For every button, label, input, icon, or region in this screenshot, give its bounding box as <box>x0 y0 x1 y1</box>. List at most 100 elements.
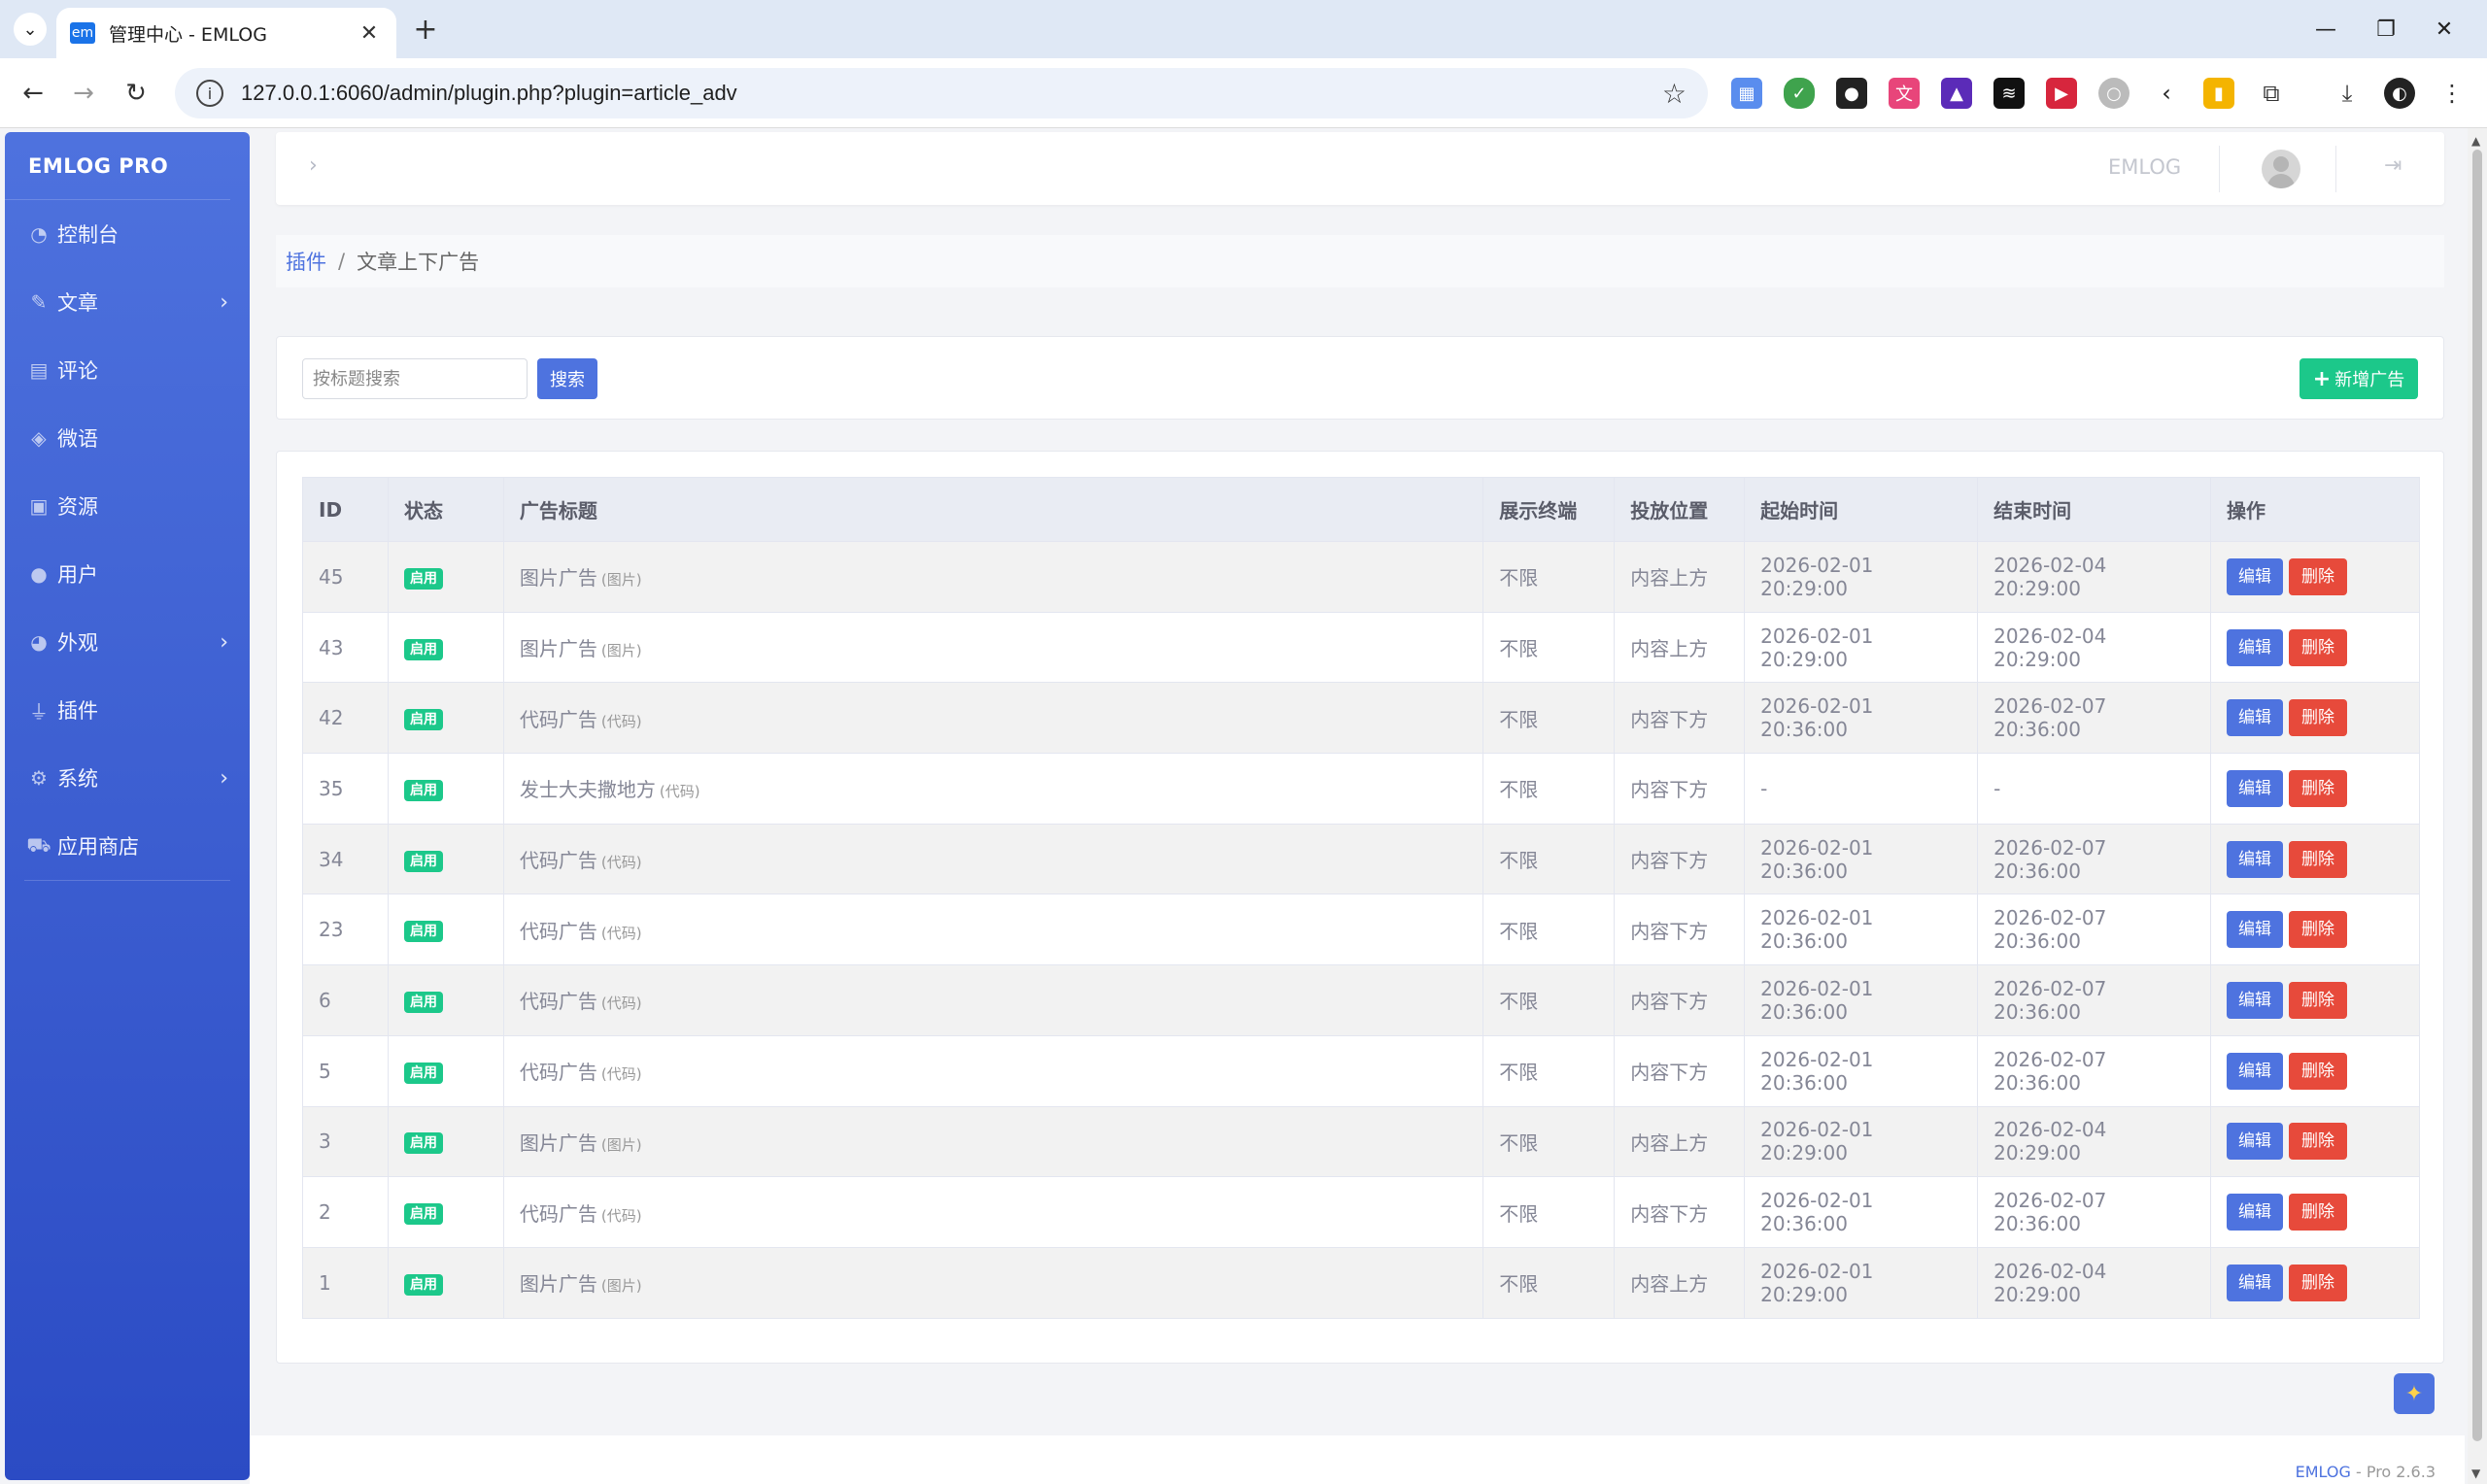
search-input[interactable] <box>302 358 528 399</box>
edit-button[interactable]: 编辑 <box>2227 1194 2284 1231</box>
delete-button[interactable]: 删除 <box>2289 1264 2348 1301</box>
delete-button[interactable]: 删除 <box>2289 699 2348 737</box>
sidebar-item-system[interactable]: ⚙ 系统 › <box>5 744 250 812</box>
delete-button[interactable]: 删除 <box>2289 557 2348 595</box>
cell-terminal: 不限 <box>1482 964 1616 1036</box>
extensions-puzzle-icon[interactable]: ⧉ <box>2256 78 2287 109</box>
logout-icon[interactable]: ⇥ <box>2384 153 2402 178</box>
ai-assistant-sparkle-icon[interactable]: ✦ <box>2394 1373 2435 1414</box>
topbar-site-link[interactable]: EMLOG <box>2108 155 2181 179</box>
url-text[interactable]: 127.0.0.1:6060/admin/plugin.php?plugin=a… <box>241 81 1662 106</box>
cell-start-time: 2026-02-01 20:36:00 <box>1744 964 1979 1036</box>
extension-translate-icon[interactable]: 文 <box>1889 78 1920 109</box>
extension-chart-icon[interactable]: ≋ <box>1993 78 2025 109</box>
extension-cloud-icon[interactable]: ○ <box>2098 78 2129 109</box>
sidebar-item-plugins[interactable]: ⏚ 插件 <box>5 676 250 744</box>
new-tab-icon[interactable]: + <box>408 12 443 47</box>
sidebar-item-store[interactable]: ⛟ 应用商店 <box>5 812 250 880</box>
edit-button[interactable]: 编辑 <box>2227 911 2284 949</box>
sidebar-item-twitter[interactable]: ◈ 微语 <box>5 404 250 472</box>
tab-close-icon[interactable]: ✕ <box>356 21 383 46</box>
edit-button[interactable]: 编辑 <box>2227 1264 2284 1301</box>
edit-button[interactable]: 编辑 <box>2227 769 2284 807</box>
edit-button[interactable]: 编辑 <box>2227 1123 2284 1161</box>
restore-icon[interactable]: ❐ <box>2367 12 2405 47</box>
ad-type: (图片) <box>600 571 642 590</box>
sidebar-toggle-icon[interactable]: › <box>309 153 318 178</box>
sidebar-item-label: 应用商店 <box>57 835 139 859</box>
delete-button[interactable]: 删除 <box>2289 911 2348 949</box>
back-icon[interactable]: ← <box>16 76 51 111</box>
delete-button[interactable]: 删除 <box>2289 769 2348 807</box>
edit-button[interactable]: 编辑 <box>2227 1052 2284 1090</box>
extension-shield-icon[interactable]: ✓ <box>1784 78 1815 109</box>
scroll-down-icon[interactable]: ▼ <box>2471 1467 2480 1480</box>
delete-button[interactable]: 删除 <box>2289 981 2348 1019</box>
tab-search-dropdown-icon[interactable]: ⌄ <box>14 13 47 46</box>
sidebar-item-dashboard[interactable]: ◔ 控制台 <box>5 200 250 268</box>
ad-type: (代码) <box>600 712 642 730</box>
comment-icon: ▤ <box>29 358 49 382</box>
omnibox[interactable]: i 127.0.0.1:6060/admin/plugin.php?plugin… <box>175 68 1708 118</box>
cell-status: 启用 <box>387 611 504 684</box>
minimize-icon[interactable]: — <box>2306 12 2345 47</box>
cell-end-time: 2026-02-07 20:36:00 <box>1977 682 2212 755</box>
cell-id: 42 <box>302 682 389 755</box>
footer-emlog-link[interactable]: EMLOG <box>2296 1463 2351 1481</box>
scroll-up-icon[interactable]: ▲ <box>2471 134 2480 148</box>
breadcrumb-plugins-link[interactable]: 插件 <box>286 247 326 276</box>
cell-id: 23 <box>302 894 389 966</box>
sidebar-item-users[interactable]: ● 用户 <box>5 540 250 608</box>
edit-button[interactable]: 编辑 <box>2227 840 2284 878</box>
edit-button[interactable]: 编辑 <box>2227 981 2284 1019</box>
sidebar-item-articles[interactable]: ✎ 文章 › <box>5 268 250 336</box>
breadcrumb: 插件 / 文章上下广告 <box>276 235 2444 287</box>
forward-icon[interactable]: → <box>66 76 101 111</box>
cell-status: 启用 <box>387 1246 504 1319</box>
search-button[interactable]: 搜索 <box>537 358 597 399</box>
chevron-right-icon: › <box>220 289 228 315</box>
delete-button[interactable]: 删除 <box>2289 628 2348 666</box>
ad-title: 代码广告 <box>519 1201 597 1226</box>
delete-button[interactable]: 删除 <box>2289 1123 2348 1161</box>
status-badge: 启用 <box>403 709 443 731</box>
add-ad-button[interactable]: + 新增广告 <box>2300 358 2418 399</box>
delete-button[interactable]: 删除 <box>2289 1194 2348 1231</box>
cell-actions: 编辑 删除 <box>2210 1034 2420 1107</box>
bookmark-star-icon[interactable]: ☆ <box>1662 78 1686 110</box>
sidebar-brand[interactable]: EMLOG PRO <box>5 132 230 200</box>
extension-graduate-icon[interactable]: ▲ <box>1941 78 1972 109</box>
sidebar-item-appearance[interactable]: ◕ 外观 › <box>5 608 250 676</box>
site-info-icon[interactable]: i <box>196 80 223 107</box>
browser-tab-active[interactable]: em 管理中心 - EMLOG ✕ <box>56 8 396 58</box>
window-close-icon[interactable]: ✕ <box>2425 12 2464 47</box>
sidebar-item-label: 系统 <box>57 767 98 791</box>
cell-status: 启用 <box>387 541 504 613</box>
cell-start-time: 2026-02-01 20:36:00 <box>1744 1176 1979 1248</box>
cell-start-time: 2026-02-01 20:36:00 <box>1744 1034 1979 1107</box>
avatar[interactable] <box>2262 150 2300 188</box>
cell-status: 启用 <box>387 1176 504 1248</box>
delete-button[interactable]: 删除 <box>2289 1052 2348 1090</box>
edit-button[interactable]: 编辑 <box>2227 557 2284 595</box>
sidebar-item-media[interactable]: ▣ 资源 <box>5 472 250 540</box>
extension-apps-icon[interactable]: ▦ <box>1731 78 1762 109</box>
delete-button[interactable]: 删除 <box>2289 840 2348 878</box>
extension-media-icon[interactable]: ▶ <box>2046 78 2077 109</box>
cell-end-time: 2026-02-07 20:36:00 <box>1977 894 2212 966</box>
download-icon[interactable]: ⤓ <box>2332 78 2363 109</box>
reload-icon[interactable]: ↻ <box>119 76 153 111</box>
extension-code-icon[interactable]: ‹ <box>2151 78 2182 109</box>
table-row: 3 启用 图片广告 (图片) 不限 内容上方 2026-02-01 20:29:00 2026… <box>302 1105 2420 1178</box>
extension-note-icon[interactable]: ▮ <box>2203 78 2234 109</box>
page-scrollbar[interactable]: ▲ ▼ <box>2468 128 2487 1484</box>
sidebar-item-comments[interactable]: ▤ 评论 <box>5 336 250 404</box>
status-badge: 启用 <box>403 567 443 590</box>
edit-button[interactable]: 编辑 <box>2227 628 2284 666</box>
edit-button[interactable]: 编辑 <box>2227 699 2284 737</box>
profile-avatar-icon[interactable]: ◐ <box>2384 78 2415 109</box>
cell-start-time: 2026-02-01 20:29:00 <box>1744 611 1979 684</box>
browser-menu-icon[interactable]: ⋮ <box>2436 78 2468 109</box>
extension-mask-icon[interactable]: ● <box>1836 78 1867 109</box>
scrollbar-thumb[interactable] <box>2472 150 2482 1441</box>
